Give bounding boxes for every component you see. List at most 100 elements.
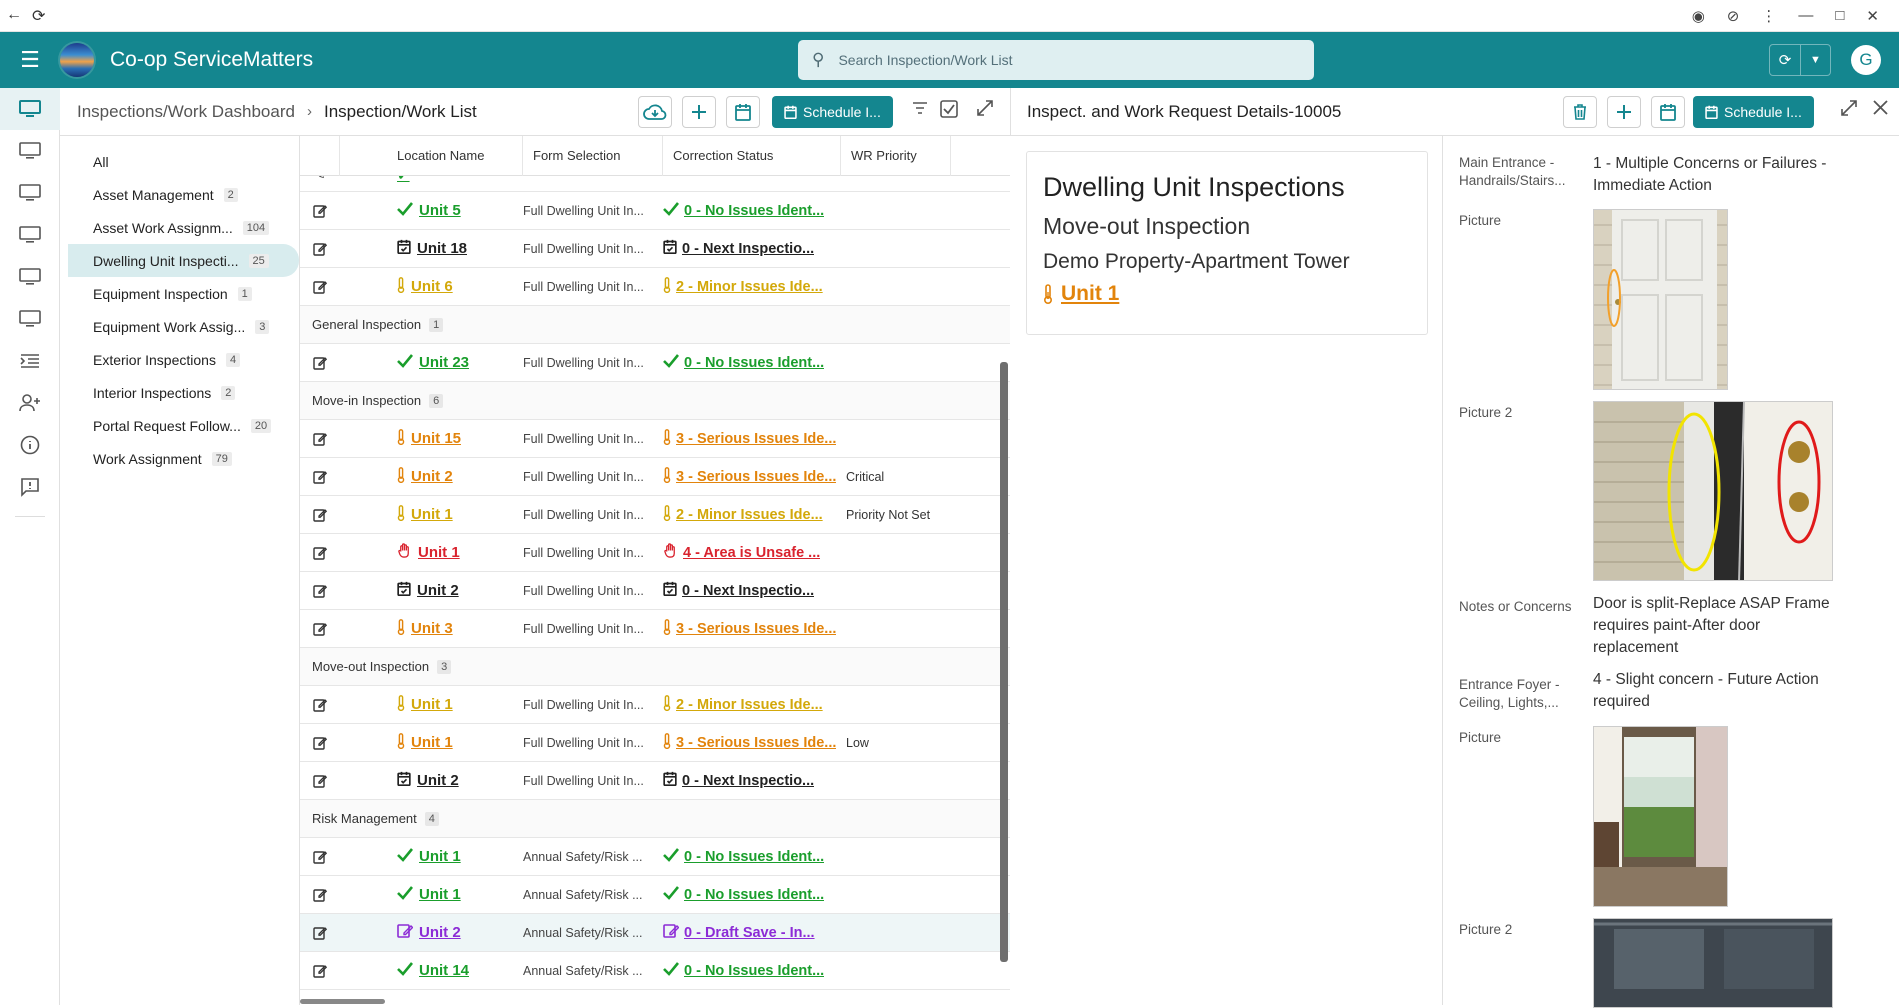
add-button[interactable] (682, 96, 716, 128)
close-window-icon[interactable]: ✕ (1866, 7, 1879, 25)
edit-icon[interactable] (300, 964, 340, 978)
location-link[interactable]: Unit 6 (340, 276, 523, 297)
correction-status-link[interactable]: 0 - No Issues Ident... (663, 847, 841, 866)
table-row[interactable]: Unit 2 Full Dwelling Unit In... 3 - Seriou… (300, 458, 1010, 496)
edit-icon[interactable] (300, 508, 340, 522)
location-link[interactable]: Unit 1 (340, 885, 523, 904)
category-item[interactable]: Dwelling Unit Inspecti... 25 (68, 244, 299, 277)
rail-feedback-icon[interactable] (0, 466, 60, 508)
location-link[interactable]: Unit 14 (340, 961, 523, 980)
table-row[interactable]: Unit 6 Full Dwelling Unit In... 2 - Minor … (300, 268, 1010, 306)
table-row[interactable]: Unit 1 Annual Safety/Risk ... 0 - No Issue… (300, 876, 1010, 914)
location-link[interactable]: Unit 1 (340, 732, 523, 753)
table-row[interactable]: Unit 5 Full Dwelling Unit In... 0 - No Iss… (300, 192, 1010, 230)
edit-icon[interactable] (300, 926, 340, 940)
cloud-download-button[interactable] (638, 96, 672, 128)
breadcrumb-parent[interactable]: Inspections/Work Dashboard (77, 102, 295, 122)
filter-icon[interactable] (912, 100, 928, 120)
door-photo[interactable] (1593, 209, 1728, 390)
foyer-photo[interactable] (1593, 726, 1728, 907)
edit-icon[interactable] (300, 850, 340, 864)
rail-monitor-icon[interactable] (0, 130, 60, 172)
edit-icon[interactable] (300, 204, 340, 218)
edit-icon[interactable] (300, 622, 340, 636)
location-link[interactable]: Unit 23 (340, 353, 523, 372)
rail-info-icon[interactable] (0, 424, 60, 466)
expand-icon[interactable] (977, 100, 993, 121)
partial-unit-link[interactable]: ✔ (340, 176, 410, 184)
foyer-photo-2[interactable] (1593, 918, 1833, 1008)
grid-horizontal-scrollbar[interactable] (300, 999, 385, 1004)
edit-icon[interactable] (300, 280, 340, 294)
group-header[interactable]: Move-in Inspection 6 (300, 382, 1010, 420)
reload-icon[interactable]: ⟳ (32, 6, 45, 26)
correction-status-link[interactable]: 0 - No Issues Ident... (663, 353, 841, 372)
edit-icon[interactable] (300, 584, 340, 598)
table-row[interactable]: Unit 3 Full Dwelling Unit In... 3 - Seriou… (300, 610, 1010, 648)
unit-link[interactable]: Unit 1 (1043, 282, 1411, 306)
correction-status-link[interactable]: 4 - Area is Unsafe ... (663, 543, 841, 562)
category-item[interactable]: Asset Work Assignm... 104 (68, 211, 299, 244)
category-item[interactable]: Work Assignment 79 (68, 442, 299, 475)
location-link[interactable]: Unit 2 (340, 466, 523, 487)
location-pin-icon[interactable]: ◉ (1692, 7, 1705, 25)
column-wr-priority[interactable]: WR Priority (841, 136, 951, 176)
detail-schedule-button[interactable]: Schedule I... (1693, 96, 1814, 128)
table-row[interactable]: Unit 1 Annual Safety/Risk ... 0 - No Issue… (300, 838, 1010, 876)
edit-icon[interactable] (300, 356, 340, 370)
detail-add-button[interactable] (1607, 96, 1641, 128)
table-row[interactable]: Unit 1 Full Dwelling Unit In... 2 - Minor … (300, 686, 1010, 724)
rail-list-icon[interactable] (0, 340, 60, 382)
group-header[interactable]: Move-out Inspection 3 (300, 648, 1010, 686)
table-row[interactable]: Unit 2 Annual Safety/Risk ... 0 - Draft Sa… (300, 914, 1010, 952)
location-link[interactable]: Unit 2 (340, 581, 523, 600)
edit-icon[interactable] (300, 888, 340, 902)
more-vert-icon[interactable]: ⋮ (1761, 7, 1776, 25)
correction-status-link[interactable]: 2 - Minor Issues Ide... (663, 276, 841, 297)
location-link[interactable]: Unit 1 (340, 847, 523, 866)
calendar-button[interactable] (726, 96, 760, 128)
door-damage-photo[interactable] (1593, 401, 1833, 581)
table-row[interactable]: Unit 2 Full Dwelling Unit In... 0 - Next I… (300, 762, 1010, 800)
table-row[interactable]: Unit 18 Full Dwelling Unit In... 0 - Next … (300, 230, 1010, 268)
category-item[interactable]: Portal Request Follow... 20 (68, 409, 299, 442)
delete-button[interactable] (1563, 96, 1597, 128)
grid-scrollbar[interactable] (1000, 362, 1008, 962)
correction-status-link[interactable]: 0 - Draft Save - In... (663, 923, 841, 942)
maximize-icon[interactable]: □ (1835, 7, 1844, 24)
column-location-name[interactable]: Location Name (340, 136, 523, 176)
location-link[interactable]: Unit 1 (340, 504, 523, 525)
edit-icon[interactable]: ✎ (300, 176, 340, 183)
search-input[interactable]: ⚲ Search Inspection/Work List (798, 40, 1314, 80)
correction-status-link[interactable]: 0 - Next Inspectio... (663, 771, 841, 790)
edit-icon[interactable] (300, 774, 340, 788)
group-header[interactable]: General Inspection 1 (300, 306, 1010, 344)
correction-status-link[interactable]: 3 - Serious Issues Ide... (663, 618, 841, 639)
menu-icon[interactable]: ☰ (0, 47, 60, 73)
location-link[interactable]: Unit 5 (340, 201, 523, 220)
correction-status-link[interactable]: 0 - Next Inspectio... (663, 239, 841, 258)
table-row[interactable]: Unit 1 Full Dwelling Unit In... 2 - Minor … (300, 496, 1010, 534)
table-row[interactable]: Unit 2 Full Dwelling Unit In... 0 - Next I… (300, 572, 1010, 610)
correction-status-link[interactable]: 0 - No Issues Ident... (663, 201, 841, 220)
category-item[interactable]: Equipment Work Assig... 3 (68, 310, 299, 343)
checkbox-select-icon[interactable] (940, 100, 958, 123)
correction-status-link[interactable]: 3 - Serious Issues Ide... (663, 466, 841, 487)
correction-status-link[interactable]: 0 - No Issues Ident... (663, 885, 841, 904)
edit-icon[interactable] (300, 736, 340, 750)
column-form-selection[interactable]: Form Selection (523, 136, 663, 176)
detail-calendar-button[interactable] (1651, 96, 1685, 128)
location-link[interactable]: Unit 15 (340, 428, 523, 449)
rail-monitor-icon[interactable] (0, 256, 60, 298)
edit-icon[interactable] (300, 546, 340, 560)
back-arrow-icon[interactable]: ← (6, 6, 22, 26)
correction-status-link[interactable]: 2 - Minor Issues Ide... (663, 694, 841, 715)
edit-icon[interactable] (300, 242, 340, 256)
table-row[interactable]: Unit 14 Annual Safety/Risk ... 0 - No Issu… (300, 952, 1010, 990)
rail-monitor-icon[interactable] (0, 172, 60, 214)
edit-icon[interactable] (300, 470, 340, 484)
schedule-inspection-button[interactable]: Schedule I... (772, 96, 893, 128)
group-header[interactable]: Risk Management 4 (300, 800, 1010, 838)
eye-off-icon[interactable]: ⊘ (1727, 7, 1740, 25)
avatar[interactable]: G (1851, 45, 1881, 75)
